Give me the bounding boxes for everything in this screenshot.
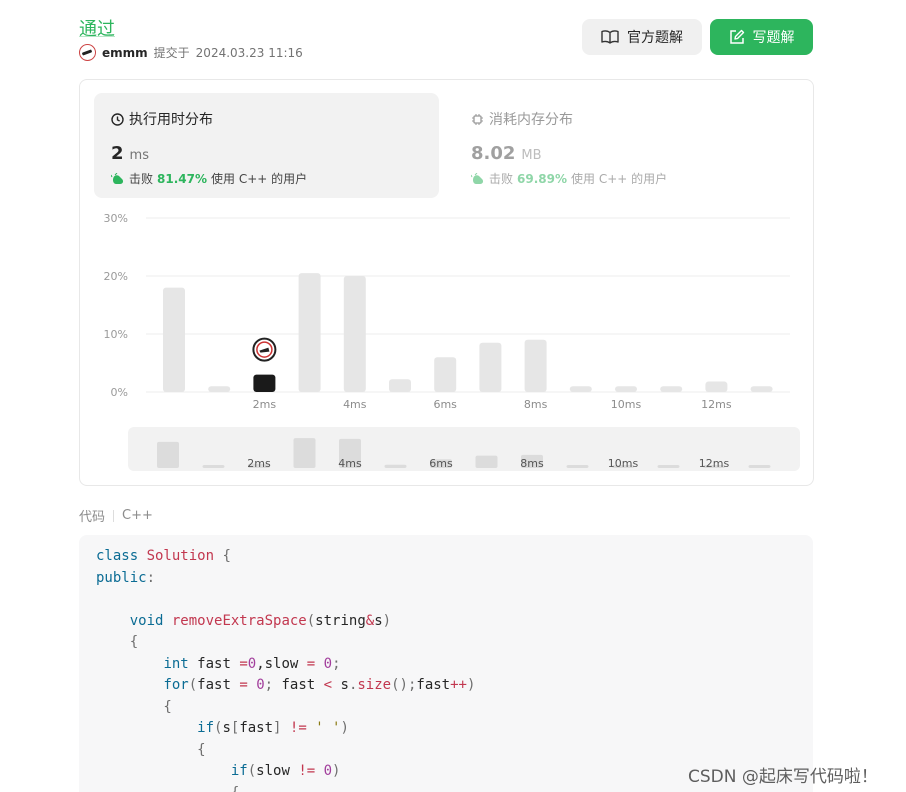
divider [113,509,115,522]
code-line: void removeExtraSpace(string&s) [129,612,392,629]
bar[interactable] [479,342,502,392]
x-tick-label: 4ms [343,398,367,411]
navigator-bar [293,438,316,468]
bar[interactable] [389,379,411,392]
bar[interactable] [569,386,592,392]
navigator-tick-label: 2ms [247,457,271,470]
x-tick-label: 2ms [253,398,277,411]
navigator-bar [566,465,589,468]
code-line: { [96,741,206,758]
bar[interactable] [298,273,321,392]
result-card: 执行用时分布 2 ms 击败 81.47% 使用 C++ 的用户 消耗内存分布 8… [79,79,814,486]
code-line: if(slow != 0) [230,763,341,779]
code-line: { [96,785,239,792]
submitted-prefix: 提交于 [153,46,190,60]
y-tick-label: 10% [104,328,128,341]
bar[interactable] [750,386,773,392]
edit-icon [729,29,744,44]
navigator-tick-label: 10ms [608,457,639,470]
bar-highlight[interactable] [253,374,276,392]
x-tick-label: 12ms [701,398,732,411]
official-solution-label: 官方题解 [627,30,683,46]
y-tick-label: 0% [111,386,128,399]
bar[interactable] [434,357,457,392]
navigator-tick-label: 6ms [429,457,453,470]
write-solution-label: 写题解 [752,30,795,46]
y-tick-label: 20% [104,270,128,283]
bar[interactable] [705,381,728,392]
bar[interactable] [208,386,231,392]
code-line: class Solution { [96,548,231,564]
navigator-tick-label: 4ms [338,457,362,470]
bar[interactable] [660,386,683,392]
submission-status: 通过 [79,19,115,40]
navigator-bar [157,441,179,468]
x-tick-label: 10ms [611,398,642,411]
write-solution-button[interactable]: 写题解 [710,19,813,55]
navigator-bar [202,465,225,468]
navigator-bar [384,464,407,468]
bar[interactable] [163,287,185,392]
bar[interactable] [615,386,637,392]
code-section-header: 代码 C++ [79,506,153,525]
code-line: for(fast = 0; fast < s.size();fast++) [163,677,476,693]
code-label: 代码 [79,510,106,525]
runtime-distribution-chart[interactable]: 30% 20% 10% 0% 2ms 4ms 6ms 8ms 10ms 12ms 2ms 4ms 6ms… [80,80,813,485]
avatar[interactable] [79,44,96,61]
code-block[interactable]: class Solution { public: void removeExtra… [79,535,813,792]
code-language: C++ [122,508,153,523]
navigator-bar [657,465,680,468]
navigator-bar [748,465,771,468]
code-line: { [96,634,139,650]
bar[interactable] [343,276,366,392]
submission-meta: emmm 提交于 2024.03.23 11:16 [79,44,303,61]
x-tick-label: 6ms [433,398,457,411]
navigator-tick-label: 12ms [699,457,730,470]
y-tick-label: 30% [104,212,128,225]
username[interactable]: emmm [102,46,148,60]
book-icon [601,30,619,44]
official-solution-button[interactable]: 官方题解 [582,19,702,55]
x-tick-label: 8ms [524,398,548,411]
navigator-bar [475,455,498,468]
code-line: { [96,698,172,715]
code-line: public: [96,569,156,586]
watermark: CSDN @起床写代码啦！ [688,767,878,787]
submitted-time: 2024.03.23 11:16 [195,45,303,60]
bar[interactable] [524,339,547,392]
code-line: int fast =0,slow = 0; [163,655,341,672]
code-line: if(s[fast] != ' ') [197,720,349,736]
navigator-tick-label: 8ms [520,457,544,470]
